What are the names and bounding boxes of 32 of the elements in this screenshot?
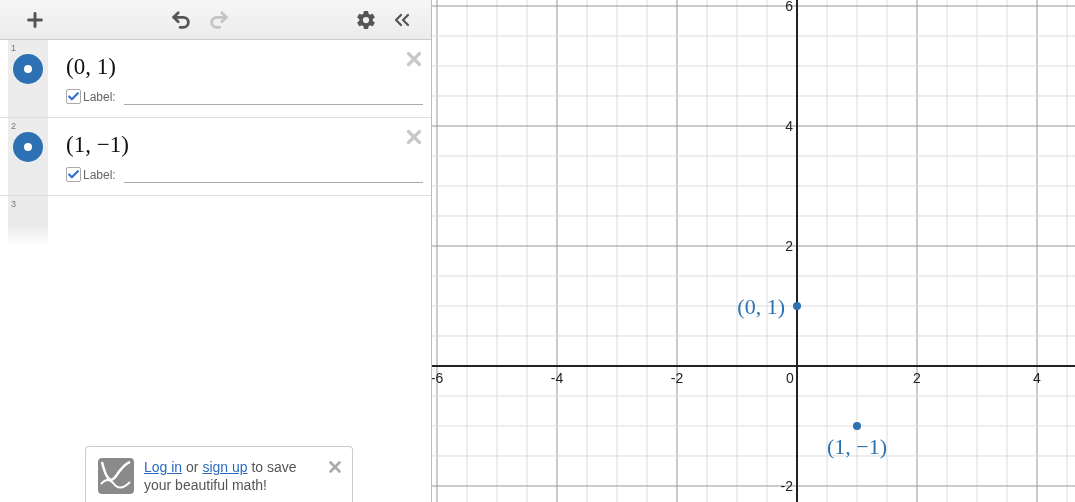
row-number: 2 bbox=[11, 121, 16, 131]
point-style-icon[interactable] bbox=[13, 54, 43, 84]
login-link[interactable]: Log in bbox=[144, 459, 183, 475]
label-checkbox[interactable] bbox=[66, 167, 81, 182]
x-tick-label: 0 bbox=[786, 370, 794, 386]
label-caption: Label: bbox=[83, 167, 116, 182]
point-label: (1, −1) bbox=[827, 434, 888, 459]
x-tick-label: -6 bbox=[432, 370, 444, 386]
label-caption: Label: bbox=[83, 89, 116, 104]
x-tick-label: 4 bbox=[1033, 370, 1041, 386]
point[interactable] bbox=[853, 422, 861, 430]
save-message: Log in or sign up to save your beautiful math! bbox=[144, 458, 298, 494]
signup-link[interactable]: sign up bbox=[202, 459, 248, 475]
gear-icon bbox=[356, 9, 376, 30]
expression-text[interactable]: (0, 1) bbox=[66, 54, 116, 80]
label-checkbox[interactable] bbox=[66, 89, 81, 104]
row-number: 1 bbox=[11, 43, 16, 53]
expression-text[interactable]: (1, −1) bbox=[66, 132, 129, 158]
x-tick-label: -2 bbox=[670, 370, 684, 386]
point-style-icon[interactable] bbox=[13, 132, 43, 162]
row-number: 3 bbox=[11, 199, 16, 209]
y-tick-label: 2 bbox=[785, 238, 793, 254]
logo-icon bbox=[98, 458, 134, 494]
x-tick-label: 2 bbox=[913, 370, 921, 386]
redo-icon bbox=[208, 8, 230, 31]
point[interactable] bbox=[793, 302, 801, 310]
y-tick-label: -2 bbox=[780, 478, 793, 494]
point-label: (0, 1) bbox=[737, 294, 785, 319]
y-tick-label: 4 bbox=[785, 118, 793, 134]
x-tick-label: -4 bbox=[550, 370, 564, 386]
y-tick-label: 6 bbox=[785, 0, 793, 14]
undo-icon bbox=[170, 8, 192, 31]
